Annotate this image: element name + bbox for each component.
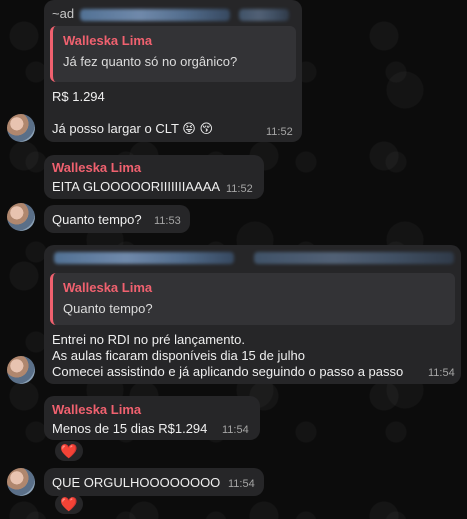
message-text-line: Já posso largar o CLT 😝 😚: [52, 121, 214, 136]
message-text-line: Entrei no RDI no pré lançamento.: [52, 332, 245, 347]
heart-icon: ❤️: [60, 442, 78, 459]
redacted-name: [80, 9, 230, 21]
redacted-name-tail: [254, 252, 454, 264]
message-time: 11:54: [428, 367, 455, 379]
reaction-heart[interactable]: ❤️: [55, 441, 83, 461]
message-time: 11:54: [228, 478, 255, 490]
message-bubble-3[interactable]: Quanto tempo? 11:53: [44, 205, 190, 233]
redacted-name: [54, 252, 234, 264]
avatar[interactable]: [7, 203, 35, 231]
message-time: 11:53: [154, 215, 181, 227]
quote-sender: Walleska Lima: [63, 280, 153, 295]
heart-icon: ❤️: [60, 495, 78, 512]
message-text-line: Comecei assistindo e já aplicando seguin…: [52, 364, 404, 379]
avatar[interactable]: [7, 468, 35, 496]
reaction-heart[interactable]: ❤️: [55, 494, 83, 514]
message-bubble-4[interactable]: Walleska Lima Quanto tempo? Entrei no RD…: [44, 245, 461, 384]
reply-quote[interactable]: Walleska Lima Já fez quanto só no orgâni…: [50, 26, 296, 82]
sender-name: Walleska Lima: [52, 160, 142, 175]
avatar[interactable]: [7, 356, 35, 384]
quote-text: Quanto tempo?: [63, 301, 153, 316]
message-text: QUE ORGULHOOOOOOOO: [52, 475, 221, 490]
message-bubble-5[interactable]: Walleska Lima Menos de 15 dias R$1.294 1…: [44, 396, 260, 440]
message-bubble-1[interactable]: ~ad Walleska Lima Já fez quanto só no or…: [44, 0, 302, 142]
quote-text: Já fez quanto só no orgânico?: [63, 54, 238, 69]
avatar[interactable]: [7, 114, 35, 142]
message-text: Menos de 15 dias R$1.294: [52, 421, 208, 436]
message-bubble-2[interactable]: Walleska Lima EITA GLOOOOORIIIIIIIAAAA 1…: [44, 155, 264, 199]
message-text: EITA GLOOOOORIIIIIIIAAAA: [52, 179, 221, 194]
sender-name: Walleska Lima: [52, 402, 142, 417]
message-text-line: As aulas ficaram disponíveis dia 15 de j…: [52, 348, 305, 363]
message-time: 11:52: [226, 183, 253, 195]
message-time: 11:52: [266, 126, 293, 138]
message-text-line: R$ 1.294: [52, 89, 105, 104]
message-bubble-6[interactable]: QUE ORGULHOOOOOOOO 11:54: [44, 468, 264, 496]
quote-sender: Walleska Lima: [63, 33, 153, 48]
forward-prefix: ~ad: [52, 6, 75, 21]
message-text: Quanto tempo?: [52, 212, 142, 227]
reply-quote[interactable]: Walleska Lima Quanto tempo?: [50, 273, 455, 325]
message-time: 11:54: [222, 424, 249, 436]
redacted-name-tail: [239, 9, 289, 21]
